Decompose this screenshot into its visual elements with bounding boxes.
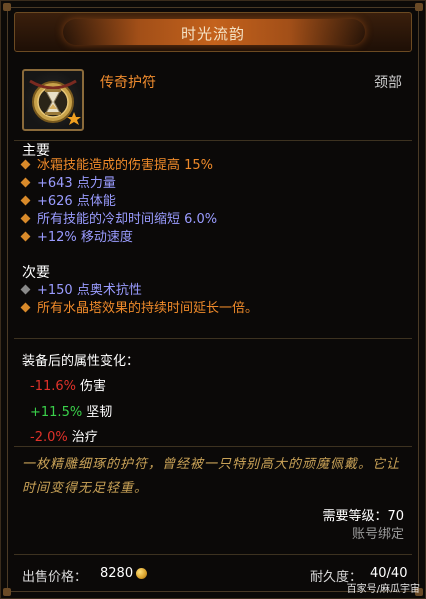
divider: [14, 446, 412, 447]
flavor-text: 一枚精雕细琢的护符，曾经被一只特别高大的顽魔佩戴。它让时间变得无足轻重。: [22, 457, 401, 496]
required-level: 需要等级：70: [322, 509, 404, 524]
amulet-hourglass-icon: [22, 69, 84, 131]
sell-price-value: 8280: [100, 566, 134, 581]
divider: [14, 554, 412, 555]
stat-change-value: -2.0%: [30, 430, 68, 445]
diamond-bullet-icon: [20, 213, 31, 224]
affix-primary: +643 点力量: [20, 175, 116, 193]
diamond-bullet-icon: [20, 231, 31, 242]
corner-ornament: [415, 3, 423, 11]
stat-change-row: +11.5% 坚韧: [30, 401, 112, 420]
binding-status: 账号绑定: [351, 527, 404, 542]
diamond-bullet-icon: [20, 177, 31, 188]
diamond-bullet-icon: [20, 159, 31, 170]
affix-primary: 所有技能的冷却时间缩短 6.0%: [20, 211, 217, 229]
corner-ornament: [3, 588, 11, 596]
affix-legendary: 所有水晶塔效果的持续时间延长一倍。: [20, 300, 258, 318]
item-slot-label: 颈部: [374, 75, 402, 91]
stat-changes-heading: 装备后的属性变化：: [22, 354, 140, 369]
stat-change-row: -11.6% 伤害: [30, 375, 106, 394]
diamond-bullet-icon: [20, 302, 31, 313]
affix-primary: +12% 移动速度: [20, 229, 133, 247]
stat-change-label: 治疗: [71, 430, 98, 445]
affix-primary: +626 点体能: [20, 193, 116, 211]
divider: [14, 140, 412, 141]
affix-secondary: +150 点奥术抗性: [20, 282, 142, 300]
diamond-bullet-icon: [20, 284, 31, 295]
stat-change-label: 坚韧: [86, 405, 113, 420]
gold-coin-icon: [136, 568, 147, 579]
item-rarity-label: 传奇护符: [100, 75, 156, 91]
sell-price-label: 出售价格：: [22, 570, 88, 585]
item-title: 时光流韵: [180, 25, 245, 43]
divider: [14, 338, 412, 339]
corner-ornament: [3, 3, 11, 11]
durability-value: 40/40: [370, 566, 408, 581]
affix-legendary: 冰霜技能造成的伤害提高 15%: [20, 157, 213, 175]
watermark: 百家号/麻瓜宇宙: [346, 584, 420, 595]
secondary-heading: 次要: [22, 265, 50, 281]
stat-change-label: 伤害: [80, 379, 107, 394]
diamond-bullet-icon: [20, 195, 31, 206]
stat-change-value: +11.5%: [30, 405, 83, 420]
stat-change-row: -2.0% 治疗: [30, 426, 98, 445]
stat-change-value: -11.6%: [30, 379, 76, 394]
